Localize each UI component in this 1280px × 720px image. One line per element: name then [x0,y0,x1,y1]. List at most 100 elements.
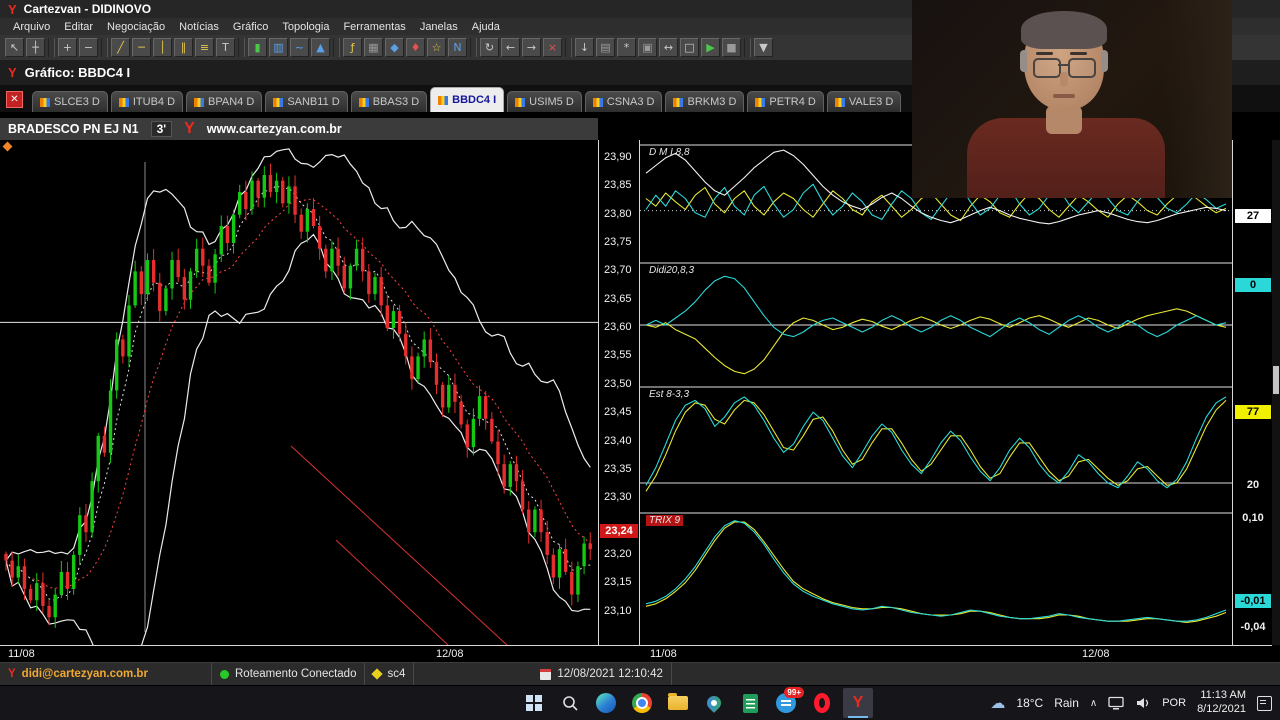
refresh-icon[interactable]: ↻ [480,38,499,57]
trendline-icon[interactable]: ╱ [111,38,130,57]
menu-item-grafico[interactable]: Gráfico [226,20,275,34]
mini-chart-icon [358,97,369,107]
redo-icon[interactable]: → [522,38,541,57]
taskbar-app-edge[interactable] [591,688,621,718]
menu-item-noticias[interactable]: Notícias [172,20,226,34]
layout-icon[interactable]: ▣ [638,38,657,57]
network-icon[interactable] [1108,696,1124,710]
presenter-face [1020,11,1108,110]
taskbar-app-opera[interactable] [807,688,837,718]
weather-condition[interactable]: Rain [1054,696,1079,710]
indicator-value-badge: 0 [1235,278,1271,293]
text-tool-icon[interactable]: T [216,38,235,57]
taskbar-app-explorer[interactable] [663,688,693,718]
language-indicator[interactable]: POR [1162,697,1186,709]
tab-bbas3-d[interactable]: BBAS3 D [350,91,428,112]
price-axis-label: 23,70 [604,264,632,277]
fibonacci-icon[interactable]: ≡ [195,38,214,57]
notification-count-badge: 99+ [784,687,804,698]
toolbar-separator [101,38,108,57]
tab-bpan4-d[interactable]: BPAN4 D [186,91,263,112]
tab-brkm3-d[interactable]: BRKM3 D [665,91,745,112]
tab-slce3-d[interactable]: SLCE3 D [32,91,108,112]
menu-item-ferramentas[interactable]: Ferramentas [336,20,412,34]
tab-vale3-d[interactable]: VALE3 D [826,91,902,112]
taskbar-app-maps[interactable] [699,688,729,718]
crosshair-icon[interactable]: ┼ [26,38,45,57]
horizontal-line-icon[interactable]: ─ [132,38,151,57]
watchlist-icon[interactable]: ☆ [427,38,446,57]
vertical-scrollbar[interactable] [1272,140,1280,645]
indicator-value-badge: 27 [1235,208,1271,223]
save-icon[interactable]: ↓ [575,38,594,57]
play-icon[interactable]: ▶ [701,38,720,57]
print-icon[interactable]: ▤ [596,38,615,57]
channel-icon[interactable]: ∥ [174,38,193,57]
search-button[interactable] [555,688,585,718]
tab-csna3-d[interactable]: CSNA3 D [584,91,663,112]
settings-icon[interactable]: * [617,38,636,57]
action-center-icon[interactable] [1257,695,1272,711]
cartezyan-icon: Y [852,694,864,711]
taskbar-app-cartezyan[interactable]: Y [843,688,873,718]
lock-icon[interactable]: ■ [722,38,741,57]
close-tab-button[interactable]: ✕ [6,91,23,108]
dropdown-icon[interactable]: ▼ [754,38,773,57]
mini-chart-icon [40,97,50,107]
mini-chart-icon [834,97,845,107]
delete-icon[interactable]: × [543,38,562,57]
book-icon[interactable]: □ [680,38,699,57]
taskbar-app-sheets[interactable] [735,688,765,718]
scrollbar-thumb[interactable] [1273,366,1279,394]
ruler-icon[interactable]: ↔ [659,38,678,57]
zoom-in-icon[interactable]: + [58,38,77,57]
tab-petr4-d[interactable]: PETR4 D [747,91,824,112]
tab-sanb11-d[interactable]: SANB11 D [265,91,348,112]
area-chart-icon[interactable]: ▲ [311,38,330,57]
symbol-name: BRADESCO PN EJ N1 [8,122,139,136]
grid-icon[interactable]: ▦ [364,38,383,57]
start-button[interactable] [519,688,549,718]
zoom-out-icon[interactable]: − [79,38,98,57]
indicator-label-didi20-8-3: Didi20,8,3 [649,265,695,276]
edge-icon [596,693,616,713]
taskbar-app-chrome[interactable] [627,688,657,718]
indicator-label-trix-9: TRIX 9 [646,515,684,526]
volume-icon[interactable] [1135,696,1151,710]
undo-icon[interactable]: ← [501,38,520,57]
menu-item-editar[interactable]: Editar [57,20,100,34]
tab-label: SANB11 D [287,96,340,108]
compare-icon[interactable]: ◆ [385,38,404,57]
alert-icon[interactable]: ♦ [406,38,425,57]
line-chart-icon[interactable]: ~ [290,38,309,57]
news-icon[interactable]: N [448,38,467,57]
pointer-icon[interactable]: ↖ [5,38,24,57]
taskbar: 99+ Y ☁ 18°C Rain ∧ POR 11:13 AM 8/12/20… [0,685,1280,720]
weather-temperature[interactable]: 18°C [1016,696,1043,710]
menu-item-arquivo[interactable]: Arquivo [6,20,57,34]
indicator-panes[interactable] [640,140,1232,645]
indicator-icon[interactable]: ƒ [343,38,362,57]
price-axis-label: 23,80 [604,207,632,220]
tab-bbdc4-i[interactable]: BBDC4 I [430,87,505,112]
bar-chart-icon[interactable]: ▥ [269,38,288,57]
status-bar: Y didi@cartezyan.com.br Roteamento Conec… [0,662,1280,685]
tab-usim5-d[interactable]: USIM5 D [507,91,582,112]
candlestick-icon[interactable]: ▮ [248,38,267,57]
timeframe-label[interactable]: 3' [150,121,173,137]
connection-status-icon [220,669,229,679]
taskbar-app-chat[interactable]: 99+ [771,687,804,718]
price-axis[interactable]: 23,90 23,85 23,80 23,75 23,70 23,65 23,60 23,55… [599,140,639,645]
date-axis-label: 11/08 [650,648,677,660]
tray-expand-icon[interactable]: ∧ [1090,698,1097,709]
menu-item-topologia[interactable]: Topologia [275,20,336,34]
axis-left-border [598,140,599,645]
menu-item-ajuda[interactable]: Ajuda [465,20,507,34]
tab-itub4-d[interactable]: ITUB4 D [110,91,184,112]
candlestick-chart[interactable] [0,140,598,645]
indicator-value-badge: 0,10 [1242,512,1264,525]
menu-item-janelas[interactable]: Janelas [413,20,465,34]
menu-item-negociacao[interactable]: Negociação [100,20,172,34]
vertical-line-icon[interactable]: │ [153,38,172,57]
taskbar-clock[interactable]: 11:13 AM 8/12/2021 [1197,689,1246,717]
